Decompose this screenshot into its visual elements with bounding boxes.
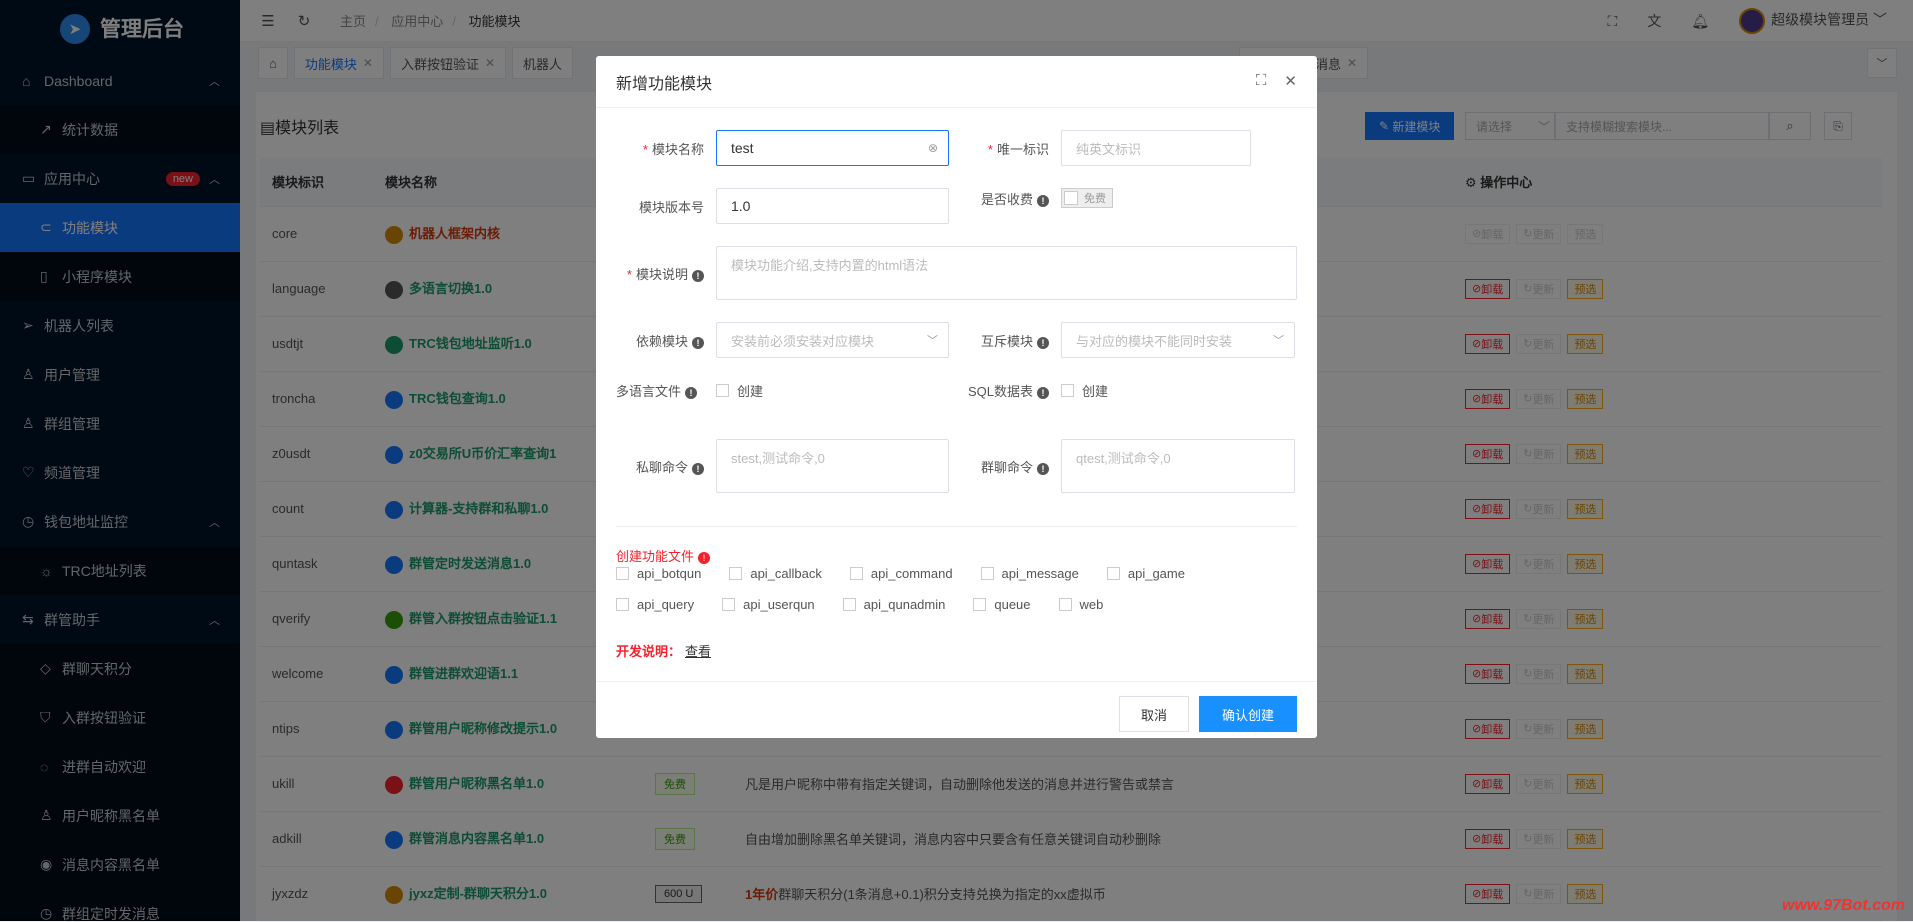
dev-notes-link[interactable]: 查看 (685, 644, 711, 659)
warning-icon: ! (698, 552, 710, 564)
sql-create-checkbox[interactable] (1061, 384, 1074, 397)
field-desc: *模块说明! 模块功能介绍,支持内置的html语法 (616, 246, 1297, 300)
module-desc-textarea[interactable]: 模块功能介绍,支持内置的html语法 (716, 246, 1297, 300)
file-checkbox[interactable] (1059, 598, 1072, 611)
charge-switch[interactable]: 免费 (1061, 188, 1113, 208)
file-checkbox[interactable] (981, 567, 994, 580)
module-name-input[interactable]: test⊗ (716, 130, 949, 166)
field-lang: 多语言文件! 创建 (616, 381, 763, 400)
dev-notes: 开发说明：查看 (616, 641, 711, 660)
cancel-button[interactable]: 取消 (1119, 696, 1189, 732)
field-version: 模块版本号 1.0 (616, 188, 949, 224)
file-checkbox[interactable] (1107, 567, 1120, 580)
divider (616, 526, 1297, 527)
file-checkbox-item[interactable]: web (1059, 597, 1104, 612)
deps-select[interactable]: 安装前必须安装对应模块﹀ (716, 322, 949, 358)
info-icon: ! (685, 387, 697, 399)
private-cmd-textarea[interactable]: stest,测试命令,0 (716, 439, 949, 493)
chevron-down-icon: ﹀ (1273, 332, 1284, 348)
file-checkbox[interactable] (973, 598, 986, 611)
info-icon: ! (692, 463, 704, 475)
unique-id-input[interactable]: 纯英文标识 (1061, 130, 1251, 166)
file-checkbox[interactable] (616, 567, 629, 580)
confirm-create-button[interactable]: 确认创建 (1199, 696, 1297, 732)
file-checkbox-item[interactable]: api_botqun (616, 566, 701, 581)
file-checkbox-item[interactable]: queue (973, 597, 1030, 612)
file-checkbox-item[interactable]: api_command (850, 566, 953, 581)
create-files-title: 创建功能文件! (616, 546, 710, 565)
file-checkbox[interactable] (722, 598, 735, 611)
info-icon: ! (1037, 387, 1049, 399)
file-checkbox-item[interactable]: api_query (616, 597, 694, 612)
file-checkbox-item[interactable]: api_message (981, 566, 1079, 581)
files-row-1: api_botqun api_callback api_command api_mes… (616, 566, 1213, 581)
field-private-cmd: 私聊命令! stest,测试命令,0 (616, 439, 949, 493)
close-icon[interactable]: ✕ (1284, 72, 1297, 90)
field-charge: 是否收费! 免费 (961, 188, 1113, 208)
dialog-footer: 取消 确认创建 (596, 681, 1317, 738)
field-mutex: 互斥模块! 与对应的模块不能同时安装﹀ (961, 322, 1295, 358)
file-checkbox[interactable] (843, 598, 856, 611)
info-icon: ! (692, 337, 704, 349)
file-checkbox[interactable] (850, 567, 863, 580)
files-row-2: api_query api_userqun api_qunadmin queue web (616, 597, 1131, 612)
info-icon: ! (1037, 195, 1049, 207)
field-deps: 依赖模块! 安装前必须安装对应模块﹀ (616, 322, 949, 358)
new-module-dialog: 新增功能模块 ⛶ ✕ *模块名称 test⊗ *唯一标识 纯英文标识 模块版本号… (596, 56, 1317, 738)
file-checkbox-item[interactable]: api_userqun (722, 597, 815, 612)
field-uid: *唯一标识 纯英文标识 (961, 130, 1251, 166)
file-checkbox[interactable] (616, 598, 629, 611)
chevron-down-icon: ﹀ (927, 332, 938, 348)
watermark: www.97Bot.com (1782, 897, 1905, 915)
field-sql: SQL数据表! 创建 (961, 381, 1108, 400)
version-input[interactable]: 1.0 (716, 188, 949, 224)
group-cmd-textarea[interactable]: qtest,测试命令,0 (1061, 439, 1295, 493)
info-icon: ! (1037, 463, 1049, 475)
file-checkbox-item[interactable]: api_callback (729, 566, 822, 581)
dialog-title: 新增功能模块 (616, 70, 712, 94)
file-checkbox-item[interactable]: api_qunadmin (843, 597, 946, 612)
clear-icon[interactable]: ⊗ (928, 141, 938, 155)
field-group-cmd: 群聊命令! qtest,测试命令,0 (961, 439, 1295, 493)
file-checkbox[interactable] (729, 567, 742, 580)
info-icon: ! (1037, 337, 1049, 349)
dialog-header: 新增功能模块 ⛶ ✕ (596, 56, 1317, 108)
lang-create-checkbox[interactable] (716, 384, 729, 397)
mutex-select[interactable]: 与对应的模块不能同时安装﹀ (1061, 322, 1295, 358)
maximize-icon[interactable]: ⛶ (1256, 72, 1267, 90)
info-icon: ! (692, 270, 704, 282)
file-checkbox-item[interactable]: api_game (1107, 566, 1185, 581)
field-name: *模块名称 test⊗ (616, 130, 949, 166)
